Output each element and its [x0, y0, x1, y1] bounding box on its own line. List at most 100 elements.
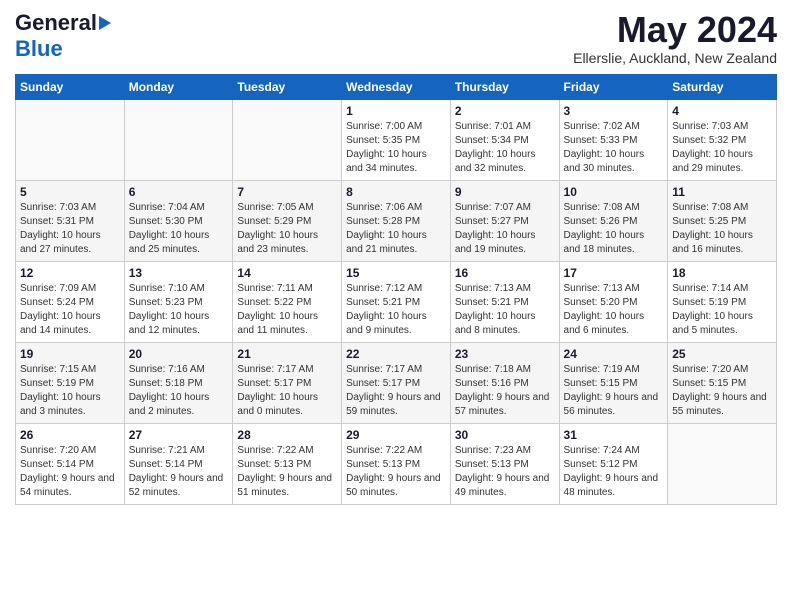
table-row — [16, 99, 125, 180]
day-number: 22 — [346, 347, 446, 361]
day-number: 20 — [129, 347, 229, 361]
day-number: 14 — [237, 266, 337, 280]
day-number: 28 — [237, 428, 337, 442]
col-wednesday: Wednesday — [342, 74, 451, 99]
day-info: Sunrise: 7:14 AMSunset: 5:19 PMDaylight:… — [672, 282, 772, 338]
logo-general: General — [15, 10, 97, 36]
day-info: Sunrise: 7:13 AMSunset: 5:20 PMDaylight:… — [564, 282, 664, 338]
day-number: 27 — [129, 428, 229, 442]
day-info: Sunrise: 7:17 AMSunset: 5:17 PMDaylight:… — [237, 363, 337, 419]
day-number: 9 — [455, 185, 555, 199]
table-row — [668, 423, 777, 504]
day-number: 1 — [346, 104, 446, 118]
table-row: 22Sunrise: 7:17 AMSunset: 5:17 PMDayligh… — [342, 342, 451, 423]
col-monday: Monday — [124, 74, 233, 99]
day-number: 7 — [237, 185, 337, 199]
table-row: 29 Sunrise: 7:22 AMSunset: 5:13 PMDayligh… — [342, 423, 451, 504]
day-info: Sunrise: 7:05 AMSunset: 5:29 PMDaylight:… — [237, 201, 337, 257]
day-info: Sunrise: 7:01 AMSunset: 5:34 PMDaylight:… — [455, 120, 555, 176]
day-number: 11 — [672, 185, 772, 199]
day-number: 16 — [455, 266, 555, 280]
header: General Blue May 2024 Ellerslie, Aucklan… — [15, 10, 777, 66]
day-info: Sunrise: 7:21 AMSunset: 5:14 PMDaylight:… — [129, 444, 229, 500]
day-number: 25 — [672, 347, 772, 361]
day-info: Sunrise: 7:07 AMSunset: 5:27 PMDaylight:… — [455, 201, 555, 257]
day-number: 30 — [455, 428, 555, 442]
header-row: Sunday Monday Tuesday Wednesday Thursday… — [16, 74, 777, 99]
day-info: Sunrise: 7:18 AMSunset: 5:16 PMDaylight:… — [455, 363, 555, 419]
day-number: 19 — [20, 347, 120, 361]
table-row: 16Sunrise: 7:13 AMSunset: 5:21 PMDayligh… — [450, 261, 559, 342]
logo-blue: Blue — [15, 36, 63, 61]
day-info: Sunrise: 7:19 AMSunset: 5:15 PMDaylight:… — [564, 363, 664, 419]
day-info: Sunrise: 7:12 AMSunset: 5:21 PMDaylight:… — [346, 282, 446, 338]
table-row: 15Sunrise: 7:12 AMSunset: 5:21 PMDayligh… — [342, 261, 451, 342]
calendar-body: 1 Sunrise: 7:00 AMSunset: 5:35 PMDaylight… — [16, 99, 777, 504]
table-row: 13 Sunrise: 7:10 AMSunset: 5:23 PMDayligh… — [124, 261, 233, 342]
day-number: 6 — [129, 185, 229, 199]
day-info: Sunrise: 7:00 AMSunset: 5:35 PMDaylight:… — [346, 120, 446, 176]
table-row — [124, 99, 233, 180]
table-row: 7 Sunrise: 7:05 AMSunset: 5:29 PMDaylight… — [233, 180, 342, 261]
table-row: 8Sunrise: 7:06 AMSunset: 5:28 PMDaylight… — [342, 180, 451, 261]
day-info: Sunrise: 7:02 AMSunset: 5:33 PMDaylight:… — [564, 120, 664, 176]
day-info: Sunrise: 7:16 AMSunset: 5:18 PMDaylight:… — [129, 363, 229, 419]
table-row: 9 Sunrise: 7:07 AMSunset: 5:27 PMDaylight… — [450, 180, 559, 261]
day-number: 10 — [564, 185, 664, 199]
col-saturday: Saturday — [668, 74, 777, 99]
table-row: 6 Sunrise: 7:04 AMSunset: 5:30 PMDaylight… — [124, 180, 233, 261]
day-info: Sunrise: 7:23 AMSunset: 5:13 PMDaylight:… — [455, 444, 555, 500]
day-info: Sunrise: 7:08 AMSunset: 5:26 PMDaylight:… — [564, 201, 664, 257]
day-info: Sunrise: 7:20 AMSunset: 5:14 PMDaylight:… — [20, 444, 120, 500]
table-row: 31 Sunrise: 7:24 AMSunset: 5:12 PMDayligh… — [559, 423, 668, 504]
day-number: 8 — [346, 185, 446, 199]
day-info: Sunrise: 7:03 AMSunset: 5:31 PMDaylight:… — [20, 201, 120, 257]
table-row: 28 Sunrise: 7:22 AMSunset: 5:13 PMDayligh… — [233, 423, 342, 504]
table-row — [233, 99, 342, 180]
day-number: 23 — [455, 347, 555, 361]
table-row: 1 Sunrise: 7:00 AMSunset: 5:35 PMDaylight… — [342, 99, 451, 180]
day-number: 4 — [672, 104, 772, 118]
logo: General Blue — [15, 10, 111, 62]
table-row: 26 Sunrise: 7:20 AMSunset: 5:14 PMDayligh… — [16, 423, 125, 504]
day-number: 29 — [346, 428, 446, 442]
page-container: General Blue May 2024 Ellerslie, Aucklan… — [0, 0, 792, 515]
table-row: 27 Sunrise: 7:21 AMSunset: 5:14 PMDayligh… — [124, 423, 233, 504]
table-row: 20 Sunrise: 7:16 AMSunset: 5:18 PMDayligh… — [124, 342, 233, 423]
title-area: May 2024 Ellerslie, Auckland, New Zealan… — [573, 10, 777, 66]
table-row: 5Sunrise: 7:03 AMSunset: 5:31 PMDaylight… — [16, 180, 125, 261]
day-number: 21 — [237, 347, 337, 361]
col-friday: Friday — [559, 74, 668, 99]
table-row: 30 Sunrise: 7:23 AMSunset: 5:13 PMDayligh… — [450, 423, 559, 504]
day-number: 18 — [672, 266, 772, 280]
day-info: Sunrise: 7:24 AMSunset: 5:12 PMDaylight:… — [564, 444, 664, 500]
day-info: Sunrise: 7:08 AMSunset: 5:25 PMDaylight:… — [672, 201, 772, 257]
day-info: Sunrise: 7:11 AMSunset: 5:22 PMDaylight:… — [237, 282, 337, 338]
col-tuesday: Tuesday — [233, 74, 342, 99]
day-number: 12 — [20, 266, 120, 280]
day-info: Sunrise: 7:10 AMSunset: 5:23 PMDaylight:… — [129, 282, 229, 338]
table-row: 3Sunrise: 7:02 AMSunset: 5:33 PMDaylight… — [559, 99, 668, 180]
day-number: 17 — [564, 266, 664, 280]
table-row: 25 Sunrise: 7:20 AMSunset: 5:15 PMDayligh… — [668, 342, 777, 423]
table-row: 12 Sunrise: 7:09 AMSunset: 5:24 PMDayligh… — [16, 261, 125, 342]
day-info: Sunrise: 7:20 AMSunset: 5:15 PMDaylight:… — [672, 363, 772, 419]
day-info: Sunrise: 7:09 AMSunset: 5:24 PMDaylight:… — [20, 282, 120, 338]
day-info: Sunrise: 7:04 AMSunset: 5:30 PMDaylight:… — [129, 201, 229, 257]
table-row: 14 Sunrise: 7:11 AMSunset: 5:22 PMDayligh… — [233, 261, 342, 342]
table-row: 2Sunrise: 7:01 AMSunset: 5:34 PMDaylight… — [450, 99, 559, 180]
month-title: May 2024 — [573, 10, 777, 50]
table-row: 10 Sunrise: 7:08 AMSunset: 5:26 PMDayligh… — [559, 180, 668, 261]
day-info: Sunrise: 7:22 AMSunset: 5:13 PMDaylight:… — [237, 444, 337, 500]
table-row: 19 Sunrise: 7:15 AMSunset: 5:19 PMDayligh… — [16, 342, 125, 423]
day-info: Sunrise: 7:22 AMSunset: 5:13 PMDaylight:… — [346, 444, 446, 500]
day-info: Sunrise: 7:03 AMSunset: 5:32 PMDaylight:… — [672, 120, 772, 176]
day-number: 31 — [564, 428, 664, 442]
table-row: 24Sunrise: 7:19 AMSunset: 5:15 PMDayligh… — [559, 342, 668, 423]
day-number: 13 — [129, 266, 229, 280]
calendar-table: Sunday Monday Tuesday Wednesday Thursday… — [15, 74, 777, 505]
day-number: 26 — [20, 428, 120, 442]
col-sunday: Sunday — [16, 74, 125, 99]
day-info: Sunrise: 7:15 AMSunset: 5:19 PMDaylight:… — [20, 363, 120, 419]
col-thursday: Thursday — [450, 74, 559, 99]
